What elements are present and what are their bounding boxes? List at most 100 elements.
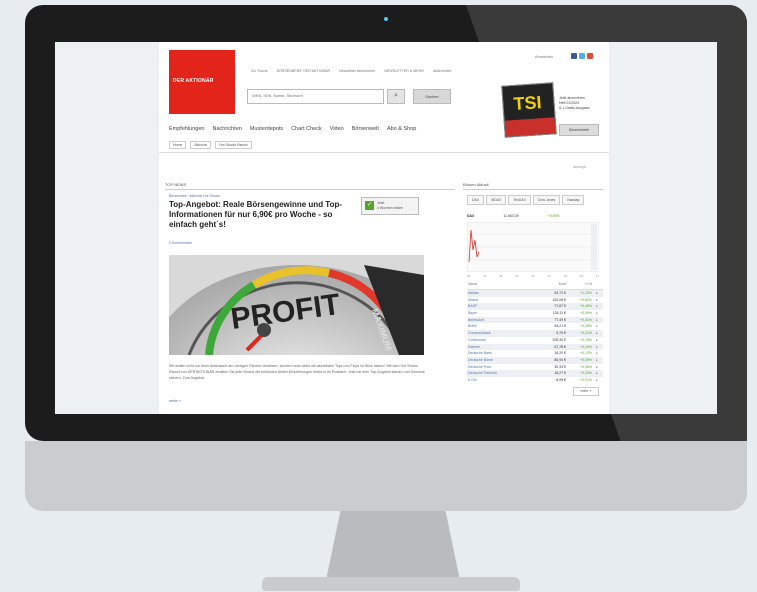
screen: DER AKTIONÄR Anmelden Zur Suche BÖRSENBR… <box>55 42 717 414</box>
search-submit-button[interactable]: Suchen <box>413 89 451 104</box>
table-row[interactable]: Adidas 93,72 € +1,33% ▸ <box>467 290 603 297</box>
axis-tick: 15 <box>563 274 567 278</box>
index-chart[interactable] <box>467 222 599 272</box>
read-more-link[interactable]: weiter » <box>169 399 181 403</box>
magazine-cover[interactable]: TSI <box>501 82 557 138</box>
arrow-icon: ▸ <box>596 337 598 342</box>
table-cell: Bayer <box>468 311 478 316</box>
check-icon: ✓ <box>365 201 374 210</box>
axis-tick: 16 <box>579 274 583 278</box>
subnav-item[interactable]: Aktionär <box>190 141 212 149</box>
table-cell: +1,33% <box>580 291 592 295</box>
top-links: Zur Suche BÖRSENBRIEF DER AKTIONÄR Newsl… <box>251 69 451 73</box>
nav-item[interactable]: Chart Check <box>291 126 322 132</box>
arrow-icon: ▸ <box>596 291 598 295</box>
badge-text: Jetzt 4 Wochen testen <box>377 201 403 211</box>
arrow-icon: ▸ <box>596 377 598 382</box>
subnav-item[interactable]: Hot Stocks Report <box>215 141 252 149</box>
nav-item[interactable]: Empfehlungen <box>169 126 204 132</box>
table-cell: +0,21% <box>580 331 592 336</box>
table-row[interactable]: Continental 205,30 € +0,19% ▸ <box>467 337 603 344</box>
sidebar-title: Börsen Aktuell <box>463 182 603 190</box>
more-button[interactable]: mehr » <box>573 387 599 396</box>
search-input[interactable]: WKN, ISIN, Name, Stichwort <box>247 89 384 104</box>
table-row[interactable]: Commerzbank 9,75 € +0,21% ▸ <box>467 330 603 337</box>
table-row[interactable]: Deutsche Börse 80,94 € +0,09% ▸ <box>467 356 603 364</box>
table-cell: +0,46% <box>580 304 592 309</box>
table-cell: +0,09% <box>580 357 592 362</box>
facebook-icon[interactable] <box>571 53 577 59</box>
search-placeholder: WKN, ISIN, Name, Stichwort <box>252 93 303 98</box>
top-link[interactable]: Zur Suche <box>251 69 268 73</box>
nav-item[interactable]: Video <box>330 126 344 132</box>
top-link[interactable]: Newsletter Abonnieren <box>339 69 375 73</box>
logo-text: DER AKTIONÄR <box>173 78 214 84</box>
table-row[interactable]: Daimler 67,78 € +0,15% ▸ <box>467 343 603 351</box>
nav-item[interactable]: Abo & Shop <box>387 126 416 132</box>
offer-badge[interactable]: ✓ Jetzt 4 Wochen testen <box>361 197 419 215</box>
tab-index[interactable]: MDAX <box>486 195 507 205</box>
table-row[interactable]: BMW 94,21 € +0,28% ▸ <box>467 323 603 330</box>
badge-line: 4 Wochen testen <box>377 206 404 210</box>
tab-index[interactable]: Nasdaq <box>562 195 585 205</box>
table-cell: BASF <box>468 304 478 309</box>
table-row[interactable]: Allianz 152,08 € +0,82% ▸ <box>467 297 603 304</box>
axis-tick: 11 <box>499 274 503 278</box>
table-cell: +0,31% <box>580 317 592 322</box>
table-row[interactable]: Deutsche Bank 16,20 € +0,12% ▸ <box>467 350 603 357</box>
table-cell: Beiersdorf <box>468 317 484 322</box>
table-row[interactable]: Deutsche Telekom 16,27 € +0,03% ▸ <box>467 370 603 377</box>
table-cell: Deutsche Bank <box>468 351 492 356</box>
arrow-icon: ▸ <box>596 304 598 309</box>
table-cell: 77,67 € <box>554 304 566 309</box>
table-cell: +0,03% <box>580 371 592 376</box>
subnav-item[interactable]: Home <box>169 141 187 149</box>
login-link[interactable]: Anmelden <box>535 54 553 59</box>
table-row[interactable]: Beiersdorf 77,49 € +0,31% ▸ <box>467 316 603 324</box>
magazine-title: TSI <box>512 92 543 115</box>
search-button[interactable]: ⌕ <box>387 89 405 104</box>
tab-index[interactable]: Dow Jones <box>532 195 561 205</box>
nav-button[interactable]: Börsenbriefe <box>559 124 599 136</box>
article-image[interactable]: PROFIT MAXIMUM <box>169 255 424 355</box>
comments-link[interactable]: 0 Kommentare <box>169 241 192 245</box>
googleplus-icon[interactable] <box>587 53 593 59</box>
nav-item[interactable]: Börsenwelt <box>352 126 379 132</box>
table-cell: 8,95 € <box>556 377 566 382</box>
table-row[interactable]: Deutsche Post 30,33 € +0,06% ▸ <box>467 364 603 371</box>
tab-index[interactable]: TecDAX <box>508 195 531 205</box>
table-cell: 16,20 € <box>554 351 566 356</box>
table-row[interactable]: Bayer 128,11 € +0,39% ▸ <box>467 310 603 317</box>
table-cell: 152,08 € <box>552 297 566 302</box>
article-headline[interactable]: Top-Angebot: Reale Börsengewinne und Top… <box>169 200 357 230</box>
top-link[interactable]: NEWSLETTER & MEHR <box>384 69 424 73</box>
table-cell: +0,28% <box>580 324 592 329</box>
twitter-icon[interactable] <box>579 53 585 59</box>
table-cell: 205,30 € <box>552 337 566 342</box>
table-row[interactable]: E.ON 8,95 € +0,01% ▸ <box>467 377 603 384</box>
nav-item[interactable]: Musterdepots <box>250 126 283 132</box>
profit-gauge-image: PROFIT MAXIMUM <box>169 255 424 355</box>
table-cell: 77,49 € <box>554 317 566 322</box>
monitor-base <box>262 577 520 591</box>
arrow-icon: ▸ <box>596 371 598 376</box>
top-link[interactable]: Aktienindex <box>433 69 452 73</box>
tab-index[interactable]: DAX <box>467 195 485 205</box>
table-cell: E.ON <box>468 377 477 382</box>
magazine-promo[interactable]: Jetzt abonnieren Heft 01/2024 & 1 Gratis… <box>559 96 590 111</box>
nav-item[interactable]: Nachrichten <box>212 126 241 132</box>
site-logo[interactable]: DER AKTIONÄR <box>169 50 235 114</box>
table-cell: Deutsche Telekom <box>468 371 497 376</box>
arrow-icon: ▸ <box>596 317 598 322</box>
monitor-stand <box>325 511 461 581</box>
table-cell: +0,06% <box>580 364 592 369</box>
arrow-icon: ▸ <box>596 344 598 349</box>
table-cell: Daimler <box>468 344 481 349</box>
table-row[interactable]: BASF 77,67 € +0,46% ▸ <box>467 303 603 311</box>
main-nav: Empfehlungen Nachrichten Musterdepots Ch… <box>169 126 416 132</box>
section-title: TOP NEWS <box>165 182 455 190</box>
arrow-icon: ▸ <box>596 311 598 316</box>
article-crumb[interactable]: Börsenwelt · Aktionär Hot Stocks <box>169 194 220 198</box>
stock-table: Name Kurs +/-% Adidas 93,72 € +1,33% ▸ Allia… <box>467 282 603 384</box>
top-link[interactable]: BÖRSENBRIEF DER AKTIONÄR <box>277 69 331 73</box>
